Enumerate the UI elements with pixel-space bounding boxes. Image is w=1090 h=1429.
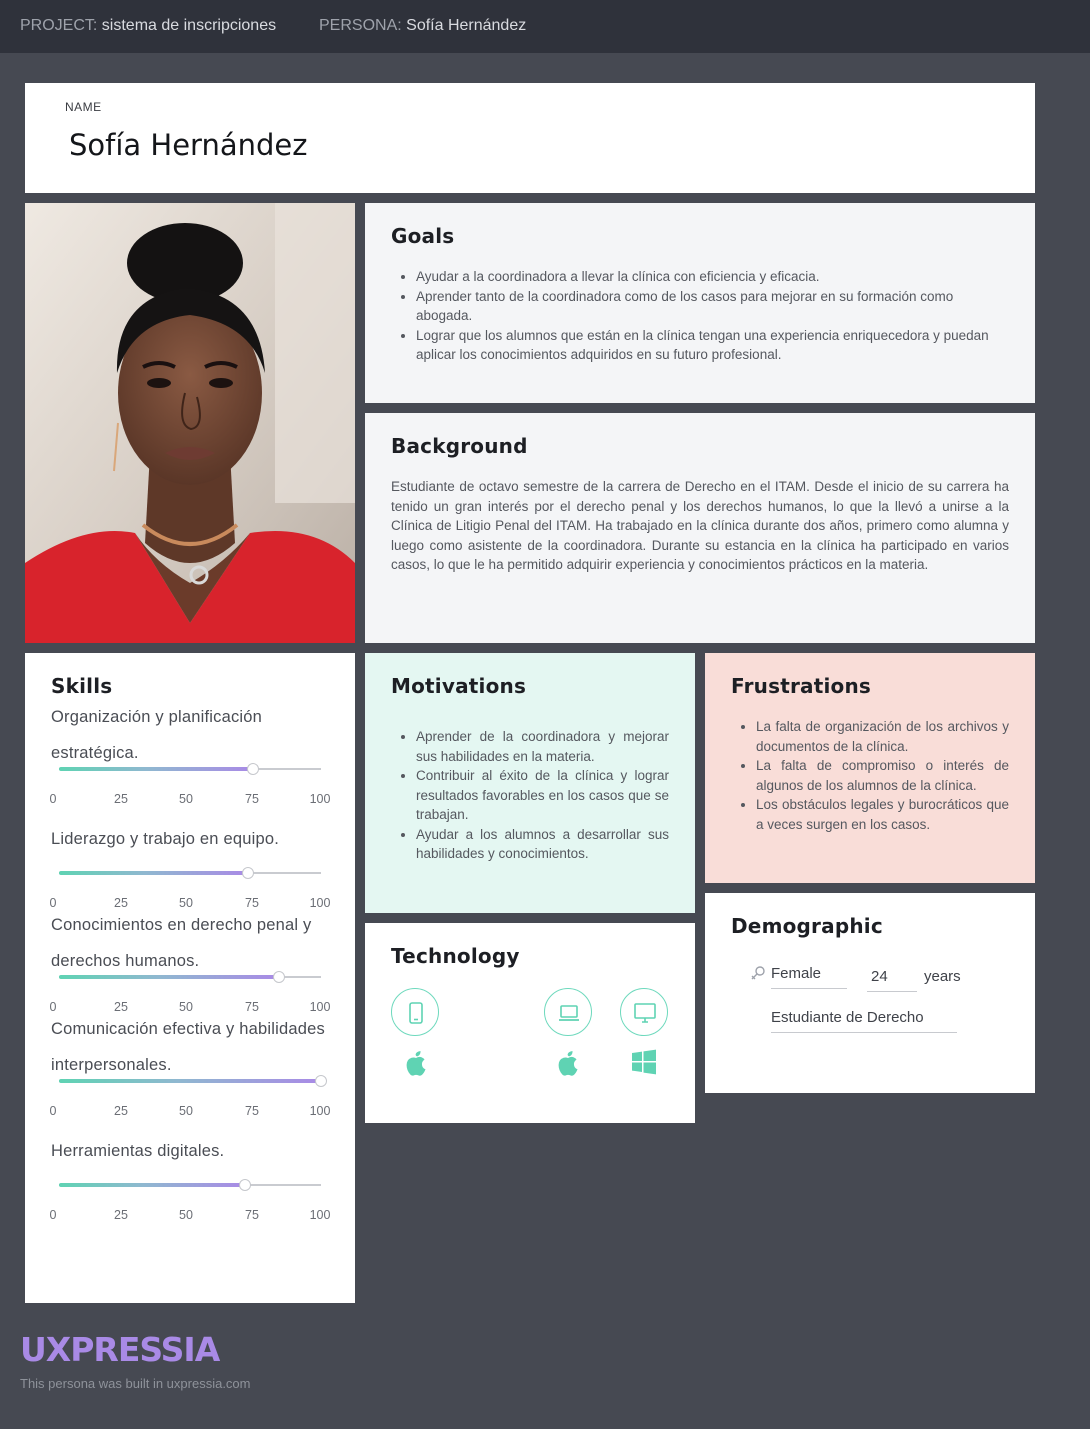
skills-title: Skills [51,674,113,698]
skill-scale: 0 25 50 75 100 [49,1208,331,1222]
age-field[interactable]: 24 [867,968,917,992]
skill-slider[interactable] [59,762,321,776]
apple-icon[interactable] [556,1049,580,1077]
gender-icon [751,966,765,980]
name-label: NAME [65,100,102,114]
goals-card: Goals Ayudar a la coordinadora a llevar … [365,203,1035,403]
list-item: Aprender de la coordinadora y mejorar su… [416,727,669,766]
skill-item: Liderazgo y trabajo en equipo. 0 25 50 7… [50,821,333,910]
motivations-title: Motivations [391,674,527,698]
project-name: sistema de inscripciones [101,17,277,34]
demographic-card: Demographic Female 24 years Estudiante d… [705,893,1035,1093]
desktop-icon[interactable] [620,988,668,1036]
persona-name: Sofía Hernández [406,17,527,34]
list-item: Aprender tanto de la coordinadora como d… [416,287,1009,326]
age-unit: years [924,968,961,985]
windows-icon[interactable] [631,1049,657,1075]
list-item: La falta de compromiso o interés de algu… [756,756,1009,795]
built-with-note[interactable]: This persona was built in uxpressia.com [20,1376,251,1391]
background-card: Background Estudiante de octavo semestre… [365,413,1035,643]
persona-name-field[interactable]: Sofía Hernández [69,128,307,162]
list-item: Ayudar a la coordinadora a llevar la clí… [416,267,1009,287]
portrait-illustration [25,203,355,643]
technology-title: Technology [391,944,520,968]
frustrations-card: Frustrations La falta de organización de… [705,653,1035,883]
skill-item: Herramientas digitales. 0 25 50 75 100 [50,1133,333,1222]
frustrations-list[interactable]: La falta de organización de los archivos… [731,717,1009,834]
skill-label: Conocimientos en derecho penal y derecho… [51,916,312,970]
goals-title: Goals [391,224,455,248]
skill-item: Conocimientos en derecho penal y derecho… [50,907,333,1014]
motivations-list[interactable]: Aprender de la coordinadora y mejorar su… [391,727,669,864]
background-text[interactable]: Estudiante de octavo semestre de la carr… [391,477,1009,575]
list-item: La falta de organización de los archivos… [756,717,1009,756]
technology-card: Technology [365,923,695,1123]
name-card: NAME Sofía Hernández [25,83,1035,193]
skill-slider[interactable] [59,1074,327,1088]
skill-label: Herramientas digitales. [51,1142,225,1160]
project-breadcrumb[interactable]: PROJECT: sistema de inscripciones [20,17,276,35]
persona-breadcrumb[interactable]: PERSONA: Sofía Hernández [319,17,526,35]
top-bar: PROJECT: sistema de inscripciones PERSON… [0,0,1090,53]
list-item: Lograr que los alumnos que están en la c… [416,326,1009,365]
uxpressia-logo[interactable]: UXPRESSIA [20,1330,220,1369]
list-item: Los obstáculos legales y burocráticos qu… [756,795,1009,834]
skill-item: Organización y planificación estratégica… [50,699,333,806]
skill-slider[interactable] [59,970,321,984]
slider-handle[interactable] [246,763,259,775]
list-item: Ayudar a los alumnos a desarrollar sus h… [416,825,669,864]
skill-slider[interactable] [59,1178,321,1192]
slider-handle[interactable] [315,1075,327,1087]
mobile-icon[interactable] [391,988,439,1036]
skill-slider[interactable] [59,866,321,880]
skill-label: Organización y planificación estratégica… [51,708,263,762]
occupation-field[interactable]: Estudiante de Derecho [771,1009,957,1033]
skills-card: Skills Organización y planificación estr… [25,653,355,1303]
frustrations-title: Frustrations [731,674,872,698]
gender-field[interactable]: Female [771,965,847,989]
motivations-card: Motivations Aprender de la coordinadora … [365,653,695,913]
list-item: Contribuir al éxito de la clínica y logr… [416,766,669,825]
goals-list[interactable]: Ayudar a la coordinadora a llevar la clí… [391,267,1009,365]
persona-photo[interactable] [25,203,355,643]
slider-handle[interactable] [239,1179,252,1191]
apple-icon[interactable] [404,1049,428,1077]
laptop-icon[interactable] [544,988,592,1036]
background-title: Background [391,434,528,458]
skill-label: Liderazgo y trabajo en equipo. [51,830,279,848]
demographic-title: Demographic [731,914,883,938]
slider-handle[interactable] [273,971,286,983]
skill-label: Comunicación efectiva y habilidades inte… [51,1020,325,1074]
skill-scale: 0 25 50 75 100 [49,1104,331,1118]
skill-scale: 0 25 50 75 100 [49,792,331,806]
skill-item: Comunicación efectiva y habilidades inte… [50,1011,333,1118]
slider-handle[interactable] [241,867,254,879]
